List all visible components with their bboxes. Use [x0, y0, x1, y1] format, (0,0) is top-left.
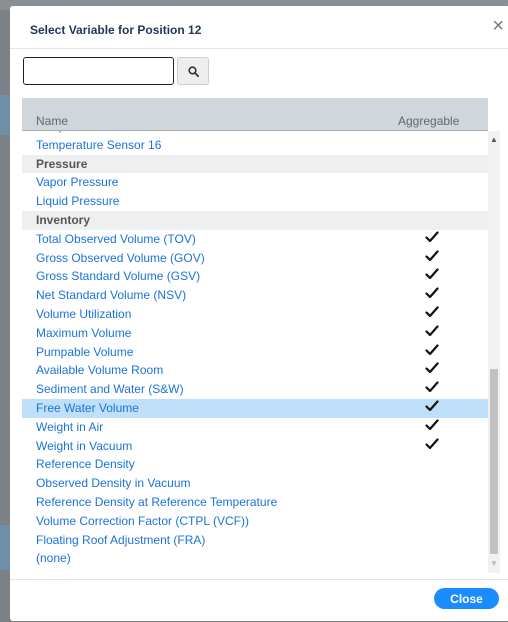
variable-name: Free Water Volume — [36, 400, 139, 415]
checkmark-icon — [425, 305, 441, 323]
list-item[interactable]: Vapor Pressure — [22, 173, 488, 192]
variable-name: Vapor Pressure — [36, 175, 119, 190]
variable-name: Gross Observed Volume (GOV) — [36, 250, 205, 265]
search-input[interactable] — [23, 57, 174, 85]
variable-name: Net Standard Volume (NSV) — [36, 288, 187, 303]
variable-name: Pumpable Volume — [36, 344, 134, 359]
list-item[interactable]: Sediment and Water (S&W) — [22, 380, 488, 399]
dialog-header: Select Variable for Position 12 × — [10, 6, 508, 49]
list-item[interactable]: Available Volume Room — [22, 361, 488, 380]
variable-name: (none) — [36, 551, 71, 566]
column-header-aggregable[interactable]: Aggregable — [398, 114, 459, 128]
variable-name: Floating Roof Adjustment (FRA) — [36, 532, 206, 547]
list-item[interactable]: Temperature Sensor 16 — [22, 136, 488, 155]
search-button[interactable] — [177, 57, 209, 85]
variable-name: Sediment and Water (S&W) — [36, 382, 184, 397]
group-label: Inventory — [36, 212, 91, 227]
list-item[interactable]: Reference Density — [22, 455, 488, 474]
variable-name: Maximum Volume — [36, 325, 132, 340]
variable-name: Reference Density at Reference Temperatu… — [36, 494, 278, 509]
variable-name: Observed Density in Vacuum — [36, 476, 191, 491]
variable-list: Temperature Sensor 15Temperature Sensor … — [22, 131, 488, 573]
list-item[interactable]: Floating Roof Adjustment (FRA) — [22, 531, 488, 550]
checkmark-icon — [425, 286, 441, 304]
dialog-title: Select Variable for Position 12 — [30, 23, 202, 37]
list-item[interactable]: Total Observed Volume (TOV) — [22, 230, 488, 249]
list-item[interactable]: Pumpable Volume — [22, 343, 488, 362]
variable-name: Liquid Pressure — [36, 194, 120, 209]
variable-list-rows: Temperature Sensor 15Temperature Sensor … — [22, 131, 488, 568]
list-header: Name Aggregable — [22, 98, 488, 131]
scrollbar-thumb[interactable] — [490, 369, 498, 554]
checkmark-icon — [425, 267, 441, 285]
checkmark-icon — [425, 343, 441, 361]
list-item[interactable]: Weight in Air — [22, 418, 488, 437]
variable-name: Total Observed Volume (TOV) — [36, 231, 196, 246]
list-item[interactable]: Weight in Vacuum — [22, 437, 488, 456]
checkmark-icon — [425, 324, 441, 342]
list-item[interactable]: Net Standard Volume (NSV) — [22, 286, 488, 305]
variable-name: Volume Utilization — [36, 306, 132, 321]
list-item[interactable]: Volume Utilization — [22, 305, 488, 324]
scroll-down-icon[interactable]: ▼ — [490, 559, 498, 568]
checkmark-icon — [425, 399, 441, 417]
variable-name: Weight in Air — [36, 419, 104, 434]
checkmark-icon — [425, 361, 441, 379]
list-item[interactable]: Maximum Volume — [22, 324, 488, 343]
close-button[interactable]: Close — [434, 588, 499, 609]
list-item[interactable]: Liquid Pressure — [22, 192, 488, 211]
list-item[interactable]: Volume Correction Factor (CTPL (VCF)) — [22, 512, 488, 531]
checkmark-icon — [425, 230, 441, 248]
list-item[interactable]: Gross Standard Volume (GSV) — [22, 267, 488, 286]
checkmark-icon — [425, 380, 441, 398]
checkmark-icon — [425, 437, 441, 455]
list-group-header: Pressure — [22, 154, 488, 174]
scroll-up-icon[interactable]: ▲ — [490, 135, 498, 144]
list-scrollbar[interactable]: ▲ ▼ — [488, 131, 500, 573]
list-item[interactable]: Reference Density at Reference Temperatu… — [22, 493, 488, 512]
group-label: Pressure — [36, 156, 88, 171]
checkmark-icon — [425, 418, 441, 436]
close-icon[interactable]: × — [492, 16, 504, 36]
variable-name: Reference Density — [36, 457, 135, 472]
dialog-footer: Close — [10, 579, 508, 622]
list-item[interactable]: Gross Observed Volume (GOV) — [22, 249, 488, 268]
list-group-header: Inventory — [22, 210, 488, 230]
variable-name: Gross Standard Volume (GSV) — [36, 269, 201, 284]
variable-name: Available Volume Room — [36, 363, 164, 378]
search-icon — [188, 66, 199, 77]
select-variable-dialog: Select Variable for Position 12 × Name A… — [10, 6, 508, 621]
variable-name: Volume Correction Factor (CTPL (VCF)) — [36, 513, 249, 528]
variable-name: Weight in Vacuum — [36, 438, 133, 453]
list-item[interactable]: Free Water Volume — [22, 398, 488, 418]
variable-name: Temperature Sensor 16 — [36, 137, 162, 152]
checkmark-icon — [425, 249, 441, 267]
list-item[interactable]: Observed Density in Vacuum — [22, 474, 488, 493]
column-header-name[interactable]: Name — [36, 114, 68, 128]
list-item[interactable]: (none) — [22, 549, 488, 568]
